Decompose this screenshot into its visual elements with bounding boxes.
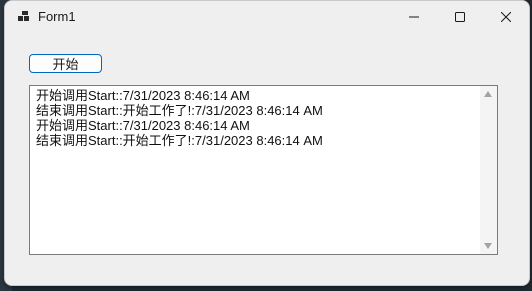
close-icon (501, 12, 511, 22)
close-button[interactable] (483, 1, 529, 33)
log-line: 开始调用Start::7/31/2023 8:46:14 AM (36, 118, 250, 133)
maximize-button[interactable] (437, 1, 483, 33)
title-bar[interactable]: Form1 (5, 1, 529, 33)
scroll-up-arrow-icon[interactable] (484, 91, 492, 97)
window-title: Form1 (38, 9, 76, 24)
log-line: 结束调用Start::开始工作了!:7/31/2023 8:46:14 AM (36, 133, 323, 148)
minimize-icon (409, 16, 419, 18)
windows-form-icon (18, 11, 29, 21)
minimize-button[interactable] (391, 1, 437, 33)
log-line: 开始调用Start::7/31/2023 8:46:14 AM (36, 88, 250, 103)
maximize-icon (455, 12, 465, 22)
start-button[interactable]: 开始 (29, 54, 102, 73)
form-window: Form1 开始 开始调用Start::7/31/2023 8:46:14 AM… (4, 0, 530, 286)
log-line: 结束调用Start::开始工作了!:7/31/2023 8:46:14 AM (36, 103, 323, 118)
log-lines: 开始调用Start::7/31/2023 8:46:14 AM 结束调用Star… (36, 88, 477, 148)
scroll-down-arrow-icon[interactable] (484, 243, 492, 249)
vertical-scrollbar[interactable] (480, 86, 497, 254)
log-textbox[interactable]: 开始调用Start::7/31/2023 8:46:14 AM 结束调用Star… (29, 85, 498, 255)
form-client-area: 开始 开始调用Start::7/31/2023 8:46:14 AM 结束调用S… (5, 33, 529, 285)
